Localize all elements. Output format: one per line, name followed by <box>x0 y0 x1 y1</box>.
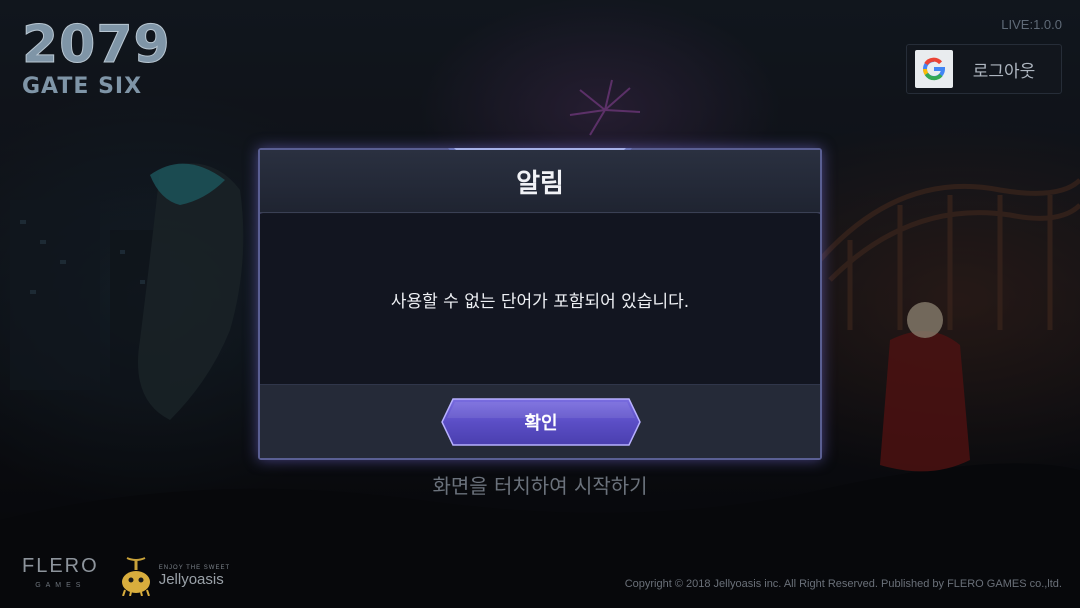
version-label: LIVE:1.0.0 <box>1001 17 1062 32</box>
game-logo: 2079 GATE SIX <box>22 15 171 112</box>
confirm-button[interactable]: 확인 <box>441 398 641 446</box>
copyright-text: Copyright © 2018 Jellyoasis inc. All Rig… <box>624 578 1062 590</box>
logo-subtitle: GATE SIX <box>22 74 143 99</box>
dialog-footer: 확인 <box>260 384 820 458</box>
logout-button[interactable]: 로그아웃 <box>906 44 1062 94</box>
jellyoasis-name: Jellyoasis <box>158 570 224 588</box>
jellyoasis-logo: ENJOY THE SWEET Jellyoasis <box>117 556 230 596</box>
confirm-label: 확인 <box>524 413 558 434</box>
flero-logo-sub: GAMES <box>35 582 86 589</box>
flero-games-logo: FLERO GAMES <box>22 556 99 596</box>
logo-number: 2079 <box>22 15 171 75</box>
jellyoasis-mascot-icon <box>121 557 150 596</box>
notice-dialog: 알림 사용할 수 없는 단어가 포함되어 있습니다. 확인 <box>258 148 822 460</box>
logout-label: 로그아웃 <box>972 61 1036 82</box>
dialog-body: 사용할 수 없는 단어가 포함되어 있습니다. <box>260 214 820 384</box>
footer-logos: FLERO GAMES ENJOY THE SWEET Jellyoasis <box>22 556 230 596</box>
jellyoasis-tagline: ENJOY THE SWEET <box>158 564 231 571</box>
google-g-icon <box>915 50 953 88</box>
flero-logo-text: FLERO <box>22 555 99 577</box>
dialog-header: 알림 <box>260 150 820 213</box>
touch-to-start-prompt[interactable]: 화면을 터치하여 시작하기 <box>0 470 1080 499</box>
dialog-message: 사용할 수 없는 단어가 포함되어 있습니다. <box>390 291 690 312</box>
dialog-title: 알림 <box>516 168 564 199</box>
